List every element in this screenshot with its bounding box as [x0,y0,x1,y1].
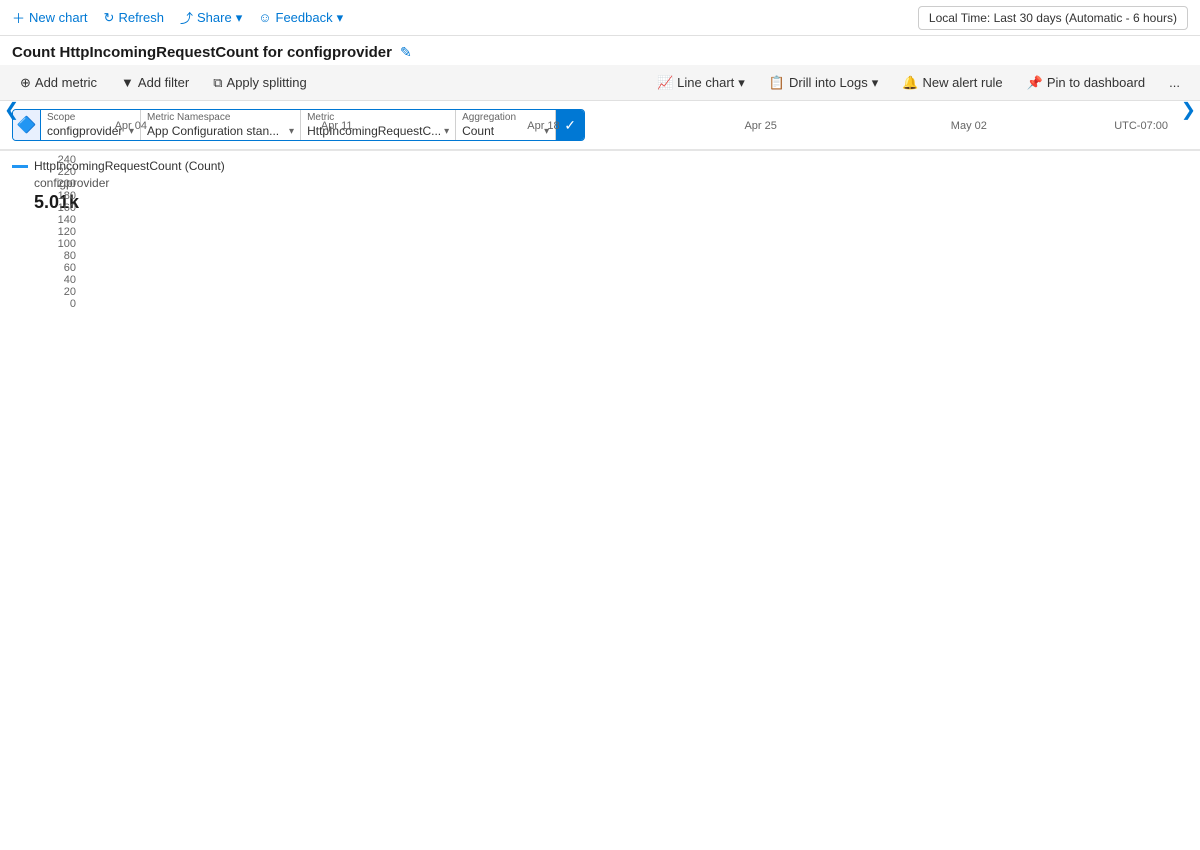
drill-into-logs-button[interactable]: 📋 Drill into Logs ▾ [761,71,886,95]
y-label-80: 80 [64,250,76,262]
add-filter-button[interactable]: ▼ Add filter [113,71,197,94]
new-chart-label: New chart [29,10,88,25]
share-button[interactable]: ⤴ Share ▾ [180,8,242,27]
secondary-toolbar-left: ⊕ Add metric ▼ Add filter ⧉ Apply splitt… [12,71,315,95]
feedback-label: Feedback [276,10,333,25]
top-bar-left: ＋ New chart ↻ Refresh ⤴ Share ▾ ☺ Feedba… [12,8,343,27]
add-filter-label: Add filter [138,75,189,90]
y-axis: 240 220 200 180 160 140 120 100 80 60 40… [32,150,82,158]
legend-color-swatch [12,165,28,168]
time-range-label: Local Time: Last 30 days (Automatic - 6 … [929,11,1177,25]
alert-rule-icon: 🔔 [902,75,918,91]
y-label-160: 160 [58,202,76,214]
new-chart-icon: ＋ [12,8,25,27]
feedback-icon: ☺ [258,10,271,25]
y-label-60: 60 [64,262,76,274]
chart-title-bar: Count HttpIncomingRequestCount for confi… [0,36,1200,65]
x-axis: Apr 04 Apr 11 Apr 18 Apr 25 May 02 UTC-0… [82,114,1168,150]
chart-nav-right-button[interactable]: ❯ [1181,100,1196,121]
line-chart-label: Line chart [677,75,734,90]
y-label-0: 0 [70,298,76,310]
apply-splitting-label: Apply splitting [227,75,307,90]
refresh-label: Refresh [118,10,164,25]
line-chart-icon: 📈 [657,75,673,91]
drill-logs-chevron: ▾ [872,75,879,91]
x-label-apr25: Apr 25 [744,120,776,132]
x-label-may02: May 02 [951,120,987,132]
y-label-140: 140 [58,214,76,226]
legend-scope-container: configprovider [34,175,1188,190]
share-icon: ⤴ [180,8,193,27]
legend-item: HttpIncomingRequestCount (Count) [12,159,1188,173]
share-chevron-icon: ▾ [236,10,243,26]
alert-rule-label: New alert rule [922,75,1002,90]
legend-value-container: 5.01k [34,192,1188,213]
legend-area: HttpIncomingRequestCount (Count) configp… [0,150,1200,221]
y-label-220: 220 [58,166,76,178]
y-label-240: 240 [58,154,76,166]
time-range-selector[interactable]: Local Time: Last 30 days (Automatic - 6 … [918,6,1188,30]
pin-label: Pin to dashboard [1047,75,1145,90]
feedback-button[interactable]: ☺ Feedback ▾ [258,10,343,26]
feedback-chevron-icon: ▾ [337,10,344,26]
add-filter-icon: ▼ [121,75,134,90]
y-label-200: 200 [58,178,76,190]
y-label-40: 40 [64,274,76,286]
add-metric-icon: ⊕ [20,75,31,91]
y-label-20: 20 [64,286,76,298]
share-label: Share [197,10,232,25]
drill-logs-label: Drill into Logs [789,75,868,90]
line-chart-chevron: ▾ [738,75,745,91]
x-label-apr04: Apr 04 [115,120,147,132]
new-chart-button[interactable]: ＋ New chart [12,8,88,27]
x-label-utc: UTC-07:00 [1114,120,1168,132]
pin-icon: 📌 [1027,75,1043,91]
more-options-label: ... [1169,75,1180,90]
azure-config-icon: 🔷 [17,115,37,135]
apply-splitting-button[interactable]: ⧉ Apply splitting [205,71,315,95]
top-bar: ＋ New chart ↻ Refresh ⤴ Share ▾ ☺ Feedba… [0,0,1200,36]
refresh-icon: ↻ [104,10,115,26]
y-label-120: 120 [58,226,76,238]
add-metric-label: Add metric [35,75,97,90]
more-options-button[interactable]: ... [1161,71,1188,94]
drill-logs-icon: 📋 [769,75,785,91]
pin-to-dashboard-button[interactable]: 📌 Pin to dashboard [1019,71,1153,95]
y-label-100: 100 [58,238,76,250]
x-label-apr18: Apr 18 [527,120,559,132]
line-chart-button[interactable]: 📈 Line chart ▾ [649,71,753,95]
secondary-toolbar: ⊕ Add metric ▼ Add filter ⧉ Apply splitt… [0,65,1200,101]
chart-nav-left-button[interactable]: ❮ [4,100,19,121]
y-label-180: 180 [58,190,76,202]
apply-splitting-icon: ⧉ [213,75,222,91]
chart-title: Count HttpIncomingRequestCount for confi… [12,44,392,61]
secondary-toolbar-right: 📈 Line chart ▾ 📋 Drill into Logs ▾ 🔔 New… [649,71,1188,95]
refresh-button[interactable]: ↻ Refresh [104,10,164,26]
edit-title-icon[interactable]: ✎ [400,44,412,61]
add-metric-button[interactable]: ⊕ Add metric [12,71,105,95]
x-label-apr11: Apr 11 [321,120,353,132]
new-alert-rule-button[interactable]: 🔔 New alert rule [894,71,1010,95]
